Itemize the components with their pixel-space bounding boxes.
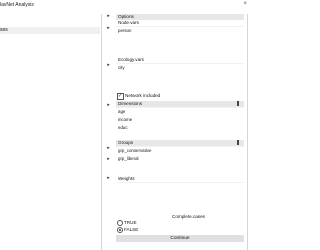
groups-header-label: Groups [118, 140, 134, 145]
ecology-vars-list[interactable]: city [116, 63, 244, 92]
options-panel: Options Node.vars person Ecology.vars ci… [116, 14, 244, 250]
variables-panel: ses [0, 14, 101, 250]
weights-list[interactable] [116, 182, 244, 213]
continue-button[interactable]: Continue [116, 235, 244, 242]
complete-cases-false-radio[interactable] [117, 227, 123, 233]
groups-item[interactable]: grp_liberal [118, 156, 139, 161]
dimensions-item[interactable]: educ [118, 125, 128, 130]
move-arrow-icon[interactable]: ▸ [106, 63, 111, 68]
right-scrollbar-track[interactable] [247, 14, 248, 250]
checkmark-icon: ✓ [118, 93, 123, 99]
node-vars-item[interactable]: person [118, 28, 131, 33]
network-included-checkbox[interactable]: ✓ [117, 93, 124, 100]
dimensions-item[interactable]: income [118, 117, 132, 122]
groups-list[interactable]: grp_conservative grp_liberal [116, 146, 244, 177]
options-header-label: Options [118, 14, 134, 19]
variables-list[interactable] [0, 34, 100, 248]
cases-label: ses [0, 27, 8, 33]
move-arrow-icon[interactable]: ▸ [106, 146, 111, 151]
dimensions-scroll-handle[interactable] [237, 101, 239, 106]
complete-cases-false-label: FALSE [124, 227, 139, 232]
complete-cases-label: Complete.cases [172, 214, 205, 219]
node-vars-list[interactable]: person [116, 26, 244, 57]
ecology-vars-item[interactable]: city [118, 65, 125, 70]
move-arrow-icon[interactable]: ▸ [106, 26, 111, 31]
node-vars-label: Node.vars [118, 20, 139, 25]
move-arrow-icon[interactable]: ▸ [106, 103, 111, 108]
radio-selected-dot [119, 229, 121, 231]
move-arrow-icon[interactable]: ▸ [106, 176, 111, 181]
network-included-label: Network included [125, 93, 161, 98]
complete-cases-true-radio[interactable] [117, 220, 123, 226]
groups-scroll-handle[interactable] [237, 140, 239, 145]
move-arrow-icon[interactable]: ▸ [106, 157, 111, 162]
title-bar: lavNet Analysis × [0, 0, 250, 11]
close-icon[interactable]: × [243, 1, 247, 7]
panel-divider [101, 14, 102, 250]
move-arrow-icon[interactable]: ▸ [106, 14, 111, 19]
weights-label: Weights [118, 176, 135, 181]
groups-item[interactable]: grp_conservative [118, 148, 151, 153]
complete-cases-true-label: TRUE [124, 220, 137, 225]
dimensions-header-label: Dimensions [118, 101, 142, 106]
dimensions-item[interactable]: age [118, 109, 125, 114]
ecology-vars-label: Ecology.vars [118, 57, 144, 62]
window-title: lavNet Analysis [0, 2, 34, 8]
variables-list-header: ses [0, 27, 100, 34]
dimensions-list[interactable]: age income educ [116, 107, 244, 138]
